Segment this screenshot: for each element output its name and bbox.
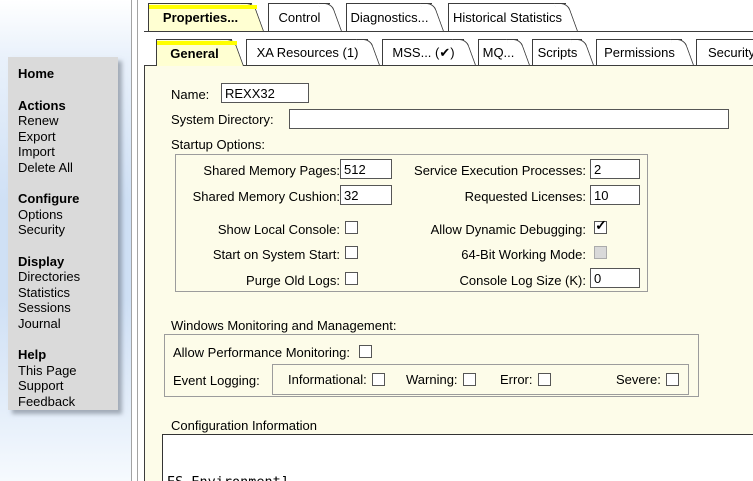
tab-xa-resources[interactable]: XA Resources (1) [246,39,368,65]
sidebar-item-this-page[interactable]: This Page [18,363,118,379]
error-checkbox[interactable] [538,373,551,386]
tab-control[interactable]: Control [268,3,330,31]
sidebar-item-directories[interactable]: Directories [18,269,118,285]
primary-tab-baseline [144,31,753,32]
name-input[interactable] [221,83,309,103]
service-execution-processes-input[interactable] [590,159,640,179]
event-logging-label: Event Logging: [173,373,260,388]
sidebar-item-security[interactable]: Security [18,222,118,238]
sidebar-section-configure: Configure [18,191,118,207]
windows-monitoring-groupbox: Allow Performance Monitoring: Event Logg… [164,334,699,397]
purge-old-logs-label: Purge Old Logs: [180,273,340,288]
allow-dynamic-debugging-label: Allow Dynamic Debugging: [356,222,586,237]
requested-licenses-input[interactable] [590,185,640,205]
tab-general[interactable]: General [156,39,232,66]
start-on-system-start-label: Start on System Start: [180,247,340,262]
allow-performance-monitoring-label: Allow Performance Monitoring: [173,345,350,360]
startup-options-label: Startup Options: [171,137,265,152]
sidebar-section-display: Display [18,254,118,270]
shared-memory-cushion-label: Shared Memory Cushion: [180,189,340,204]
severe-checkbox[interactable] [666,373,679,386]
frame-divider-line [131,0,132,481]
system-directory-input[interactable] [289,109,729,129]
error-label: Error: [500,372,533,387]
sidebar-item-import[interactable]: Import [18,144,118,160]
requested-licenses-label: Requested Licenses: [356,189,586,204]
admin-console-page: Home Actions Renew Export Import Delete … [0,0,753,481]
tab-mq[interactable]: MQ... [478,39,518,65]
checkmark-icon: ✓ [594,218,608,233]
configuration-information-label: Configuration Information [171,418,317,433]
warning-checkbox[interactable] [463,373,476,386]
tab-security[interactable]: Security [696,39,753,65]
frame-divider-line [137,0,138,481]
informational-label: Informational: [288,372,367,387]
tab-scripts[interactable]: Scripts [532,39,582,65]
bit64-working-mode-label: 64-Bit Working Mode: [356,247,586,262]
console-log-size-input[interactable] [590,268,640,288]
tab-permissions[interactable]: Permissions [596,39,682,65]
secondary-tab-bar: General XA Resources (1) MSS... (✔) MQ..… [156,39,753,66]
sidebar-item-journal[interactable]: Journal [18,316,118,332]
sidebar-item-export[interactable]: Export [18,129,118,145]
shared-memory-pages-label: Shared Memory Pages: [180,163,340,178]
sidebar-item-options[interactable]: Options [18,207,118,223]
error-pair: Error: [500,372,551,387]
bit64-working-mode-checkbox [594,246,607,259]
system-directory-label: System Directory: [171,112,274,127]
tab-historical-statistics[interactable]: Historical Statistics [448,3,566,31]
tab-diagnostics[interactable]: Diagnostics... [346,3,432,31]
sidebar-item-renew[interactable]: Renew [18,113,118,129]
sidebar-item-statistics[interactable]: Statistics [18,285,118,301]
general-tab-pane: Name: System Directory: Startup Options:… [144,65,753,481]
warning-label: Warning: [406,372,458,387]
allow-dynamic-debugging-checkbox[interactable]: ✓ [594,221,607,234]
sidebar-item-home[interactable]: Home [18,66,118,82]
warning-pair: Warning: [406,372,476,387]
name-label: Name: [171,87,209,102]
informational-pair: Informational: [288,372,385,387]
sidebar-item-delete-all[interactable]: Delete All [18,160,118,176]
event-logging-groupbox: Informational: Warning: Error: Severe: [272,364,689,395]
service-execution-processes-label: Service Execution Processes: [356,163,586,178]
windows-monitoring-section-label: Windows Monitoring and Management: [171,318,396,333]
severe-label: Severe: [616,372,661,387]
configuration-information-textarea[interactable]: ES-Environment] MFTRACE_CONFIG=C:\Users\… [162,434,753,481]
sidebar-item-support[interactable]: Support [18,378,118,394]
show-local-console-label: Show Local Console: [180,222,340,237]
sidebar-section-help: Help [18,347,118,363]
sidebar-section-actions: Actions [18,98,118,114]
sidebar-item-feedback[interactable]: Feedback [18,394,118,410]
sidebar-nav: Home Actions Renew Export Import Delete … [8,57,118,410]
allow-performance-monitoring-checkbox[interactable] [359,345,372,358]
tab-properties[interactable]: Properties... [148,3,252,31]
console-log-size-label: Console Log Size (K): [356,273,586,288]
config-line-1: ES-Environment] [167,473,749,481]
primary-tab-bar: Properties... Control Diagnostics... His… [148,3,582,31]
startup-options-groupbox: Shared Memory Pages: Service Execution P… [175,154,648,292]
informational-checkbox[interactable] [372,373,385,386]
severe-pair: Severe: [616,372,679,387]
tab-mss[interactable]: MSS... (✔) [382,39,464,65]
sidebar-item-sessions[interactable]: Sessions [18,300,118,316]
